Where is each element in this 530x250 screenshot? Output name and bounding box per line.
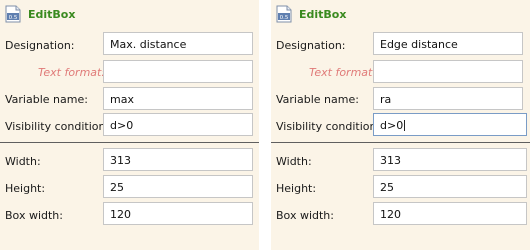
panel-header: 0.5 EditBox <box>0 0 259 30</box>
section-separator <box>0 142 259 143</box>
box-width-label: Box width: <box>5 209 63 222</box>
width-label: Width: <box>5 155 41 168</box>
visibility-condition-label: Visibility condition: <box>276 120 381 133</box>
visibility-condition-value: d>0 <box>380 119 404 132</box>
height-input[interactable]: 25 <box>103 175 253 198</box>
designation-label: Designation: <box>276 39 346 52</box>
designation-label: Designation: <box>5 39 75 52</box>
panel-header: 0.5 EditBox <box>271 0 530 30</box>
designation-input[interactable]: Max. distance <box>103 32 253 55</box>
height-input[interactable]: 25 <box>373 175 527 198</box>
document-badge-icon: 0.5 <box>276 5 292 23</box>
visibility-condition-label: Visibility condition: <box>5 120 110 133</box>
svg-text:0.5: 0.5 <box>280 15 289 21</box>
variable-name-input[interactable]: max <box>103 87 253 110</box>
editbox-panel-left: 0.5 EditBox Designation: Max. distance T… <box>0 0 259 250</box>
panel-title: EditBox <box>28 8 76 21</box>
section-separator <box>271 142 530 143</box>
visibility-condition-input[interactable]: d>0 <box>103 113 253 136</box>
variable-name-label: Variable name: <box>5 93 88 106</box>
text-format-input[interactable] <box>373 60 523 83</box>
height-label: Height: <box>276 182 317 195</box>
box-width-label: Box width: <box>276 209 334 222</box>
panel-title: EditBox <box>299 8 347 21</box>
text-format-input[interactable] <box>103 60 253 83</box>
width-label: Width: <box>276 155 312 168</box>
width-input[interactable]: 313 <box>373 148 527 171</box>
document-badge-icon: 0.5 <box>5 5 21 23</box>
width-input[interactable]: 313 <box>103 148 253 171</box>
text-caret <box>404 120 406 131</box>
designation-input[interactable]: Edge distance <box>373 32 523 55</box>
height-label: Height: <box>5 182 46 195</box>
text-format-label: Text format: <box>38 66 106 79</box>
svg-text:0.5: 0.5 <box>9 15 18 21</box>
text-format-label: Text format: <box>309 66 377 79</box>
variable-name-input[interactable]: ra <box>373 87 523 110</box>
variable-name-label: Variable name: <box>276 93 359 106</box>
visibility-condition-input[interactable]: d>0 <box>373 113 527 136</box>
box-width-input[interactable]: 120 <box>373 202 527 225</box>
editbox-panel-right: 0.5 EditBox Designation: Edge distance T… <box>271 0 530 250</box>
box-width-input[interactable]: 120 <box>103 202 253 225</box>
